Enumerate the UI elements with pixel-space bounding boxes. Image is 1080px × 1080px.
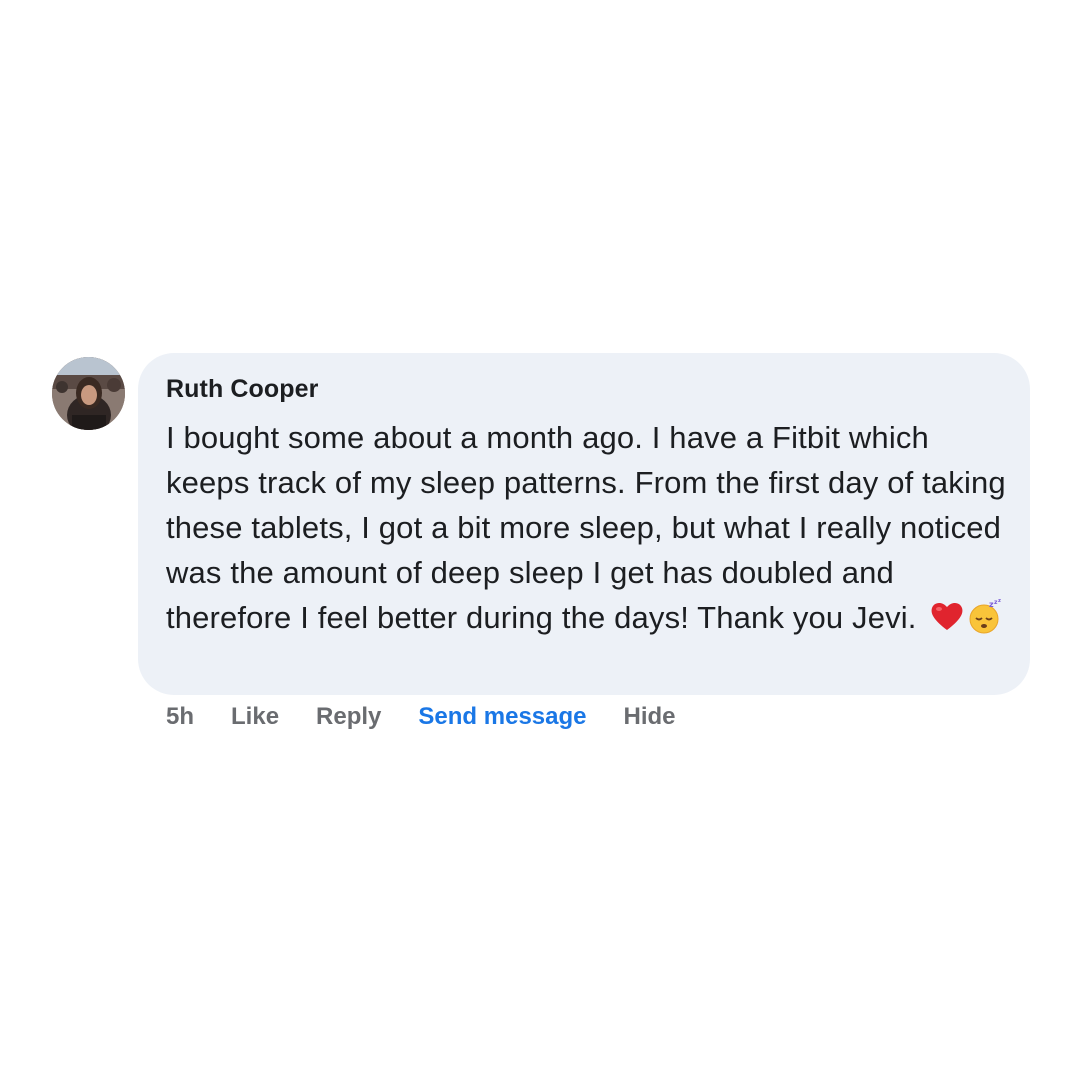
comment-text: I bought some about a month ago. I have … xyxy=(166,420,1006,635)
comment-author[interactable]: Ruth Cooper xyxy=(166,374,1010,404)
avatar[interactable] xyxy=(52,357,125,430)
comment-actions: 5h Like Reply Send message Hide xyxy=(166,702,713,732)
timestamp[interactable]: 5h xyxy=(166,703,194,731)
comment-bubble: Ruth Cooper I bought some about a month … xyxy=(138,353,1030,695)
like-button[interactable]: Like xyxy=(231,703,279,731)
sleeping-face-emoji: zzz xyxy=(967,598,1003,634)
svg-text:z: z xyxy=(998,598,1001,604)
send-message-button[interactable]: Send message xyxy=(418,703,586,731)
comment-body: I bought some about a month ago. I have … xyxy=(166,415,1010,640)
reply-button[interactable]: Reply xyxy=(316,703,381,731)
hide-button[interactable]: Hide xyxy=(624,703,676,731)
red-heart-emoji xyxy=(929,598,965,634)
